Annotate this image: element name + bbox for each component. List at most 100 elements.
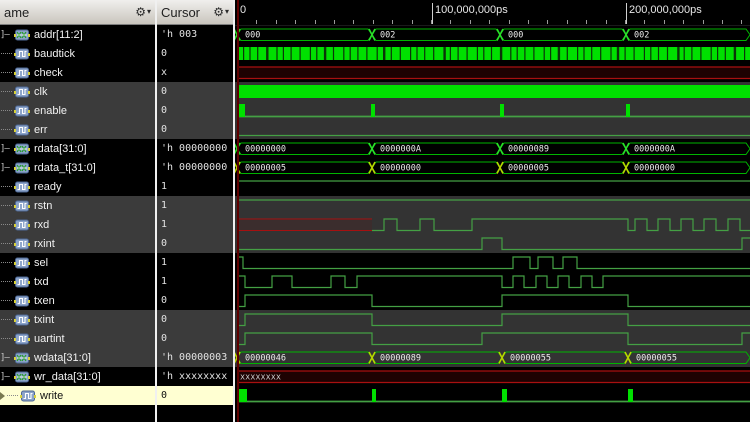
- waveform[interactable]: [235, 63, 750, 82]
- waveform-row[interactable]: [235, 272, 750, 291]
- cursor-column-header[interactable]: Cursor ⚙ ▾: [157, 0, 233, 25]
- waveform[interactable]: [235, 101, 750, 120]
- svg-text:000: 000: [508, 31, 523, 41]
- waveform-row[interactable]: [235, 310, 750, 329]
- bit-signal-icon: [20, 390, 36, 401]
- waveform[interactable]: [235, 272, 750, 291]
- name-panel-settings-button[interactable]: ⚙ ▾: [135, 6, 151, 18]
- waveform[interactable]: [235, 253, 750, 272]
- signal-row-uartint[interactable]: uartint: [0, 329, 155, 348]
- waveform[interactable]: [235, 310, 750, 329]
- waveform-row[interactable]: [235, 196, 750, 215]
- waveform[interactable]: 00000046 00000089 00000055 00000055: [235, 348, 750, 367]
- cursor-value-panel: Cursor ⚙ ▾ 'h 003 0 x 0 0 0'h 00000000'h 00000…: [157, 0, 235, 422]
- signal-row-clk[interactable]: clk: [0, 82, 155, 101]
- svg-text:0000000A: 0000000A: [634, 145, 675, 155]
- signal-row-addr112[interactable]: ]– addr[11:2]: [0, 25, 155, 44]
- tree-expander[interactable]: ]–: [0, 144, 13, 154]
- cursor-value: 0: [157, 234, 233, 253]
- waveform-row[interactable]: [235, 177, 750, 196]
- waveform[interactable]: [235, 291, 750, 310]
- tree-dotted-line: [1, 338, 12, 339]
- waveform-row[interactable]: [235, 329, 750, 348]
- timeline-minor-tick: [586, 20, 588, 24]
- cursor-value: 1: [161, 257, 168, 268]
- waveform-row[interactable]: [235, 63, 750, 82]
- signal-row-sel[interactable]: sel: [0, 253, 155, 272]
- waveform[interactable]: [235, 329, 750, 348]
- waveform[interactable]: [235, 234, 750, 253]
- waveform-row[interactable]: [235, 234, 750, 253]
- tree-branch-line: [0, 262, 13, 263]
- signal-name-label: txen: [34, 294, 55, 307]
- waveform[interactable]: 000 002 000 002: [235, 25, 750, 44]
- signal-row-ready[interactable]: ready: [0, 177, 155, 196]
- signal-name-label: txint: [34, 313, 55, 326]
- waveform-row[interactable]: [235, 44, 750, 63]
- cursor-value: 'h 00000000: [161, 143, 228, 154]
- cursor-panel-settings-button[interactable]: ⚙ ▾: [213, 6, 229, 18]
- cursor-value: 0: [161, 295, 168, 306]
- signal-row-baudtick[interactable]: baudtick: [0, 44, 155, 63]
- tree-dotted-line: [1, 91, 12, 92]
- waveform[interactable]: [235, 215, 750, 234]
- tree-expander[interactable]: ]–: [0, 30, 13, 40]
- tree-branch-line: [0, 319, 13, 320]
- waveform[interactable]: [235, 44, 750, 63]
- waveform[interactable]: [235, 177, 750, 196]
- svg-text:000: 000: [245, 31, 260, 41]
- signal-row-write[interactable]: write: [0, 386, 155, 405]
- waveform[interactable]: [235, 386, 750, 405]
- waveform-row[interactable]: [235, 82, 750, 101]
- signal-row-rdata310[interactable]: ]– rdata[31:0]: [0, 139, 155, 158]
- waveform-row[interactable]: [235, 253, 750, 272]
- signal-name-label: write: [40, 389, 64, 402]
- signal-row-rstn[interactable]: rstn: [0, 196, 155, 215]
- signal-row-txd[interactable]: txd: [0, 272, 155, 291]
- waveform[interactable]: 00000000 0000000A 00000089 0000000A: [235, 139, 750, 158]
- signal-row-rdata-t310[interactable]: ]– rdata_t[31:0]: [0, 158, 155, 177]
- tree-dotted-line: [7, 395, 18, 396]
- waveform[interactable]: 00000005 00000000 00000005 00000000: [235, 158, 750, 177]
- time-cursor-line[interactable]: [237, 0, 239, 422]
- tree-expander[interactable]: ]–: [0, 372, 13, 382]
- tree-dotted-line: [1, 110, 12, 111]
- waveform-row[interactable]: [235, 120, 750, 139]
- signal-row-check[interactable]: check: [0, 63, 155, 82]
- waveform[interactable]: [235, 120, 750, 139]
- selected-row-marker: [0, 391, 5, 400]
- signal-row-rxd[interactable]: rxd: [0, 215, 155, 234]
- svg-text:00000089: 00000089: [508, 145, 549, 155]
- svg-text:00000089: 00000089: [380, 354, 421, 364]
- waveform[interactable]: [235, 82, 750, 101]
- waveform-row[interactable]: [235, 215, 750, 234]
- tree-branch-line: [0, 243, 13, 244]
- timeline-minor-tick: [489, 20, 491, 24]
- signal-row-txint[interactable]: txint: [0, 310, 155, 329]
- waveform-row[interactable]: [235, 101, 750, 120]
- tree-expander[interactable]: ]–: [0, 163, 13, 173]
- tree-dotted-line: [1, 205, 12, 206]
- waveform-row[interactable]: [235, 386, 750, 405]
- signal-row-wr-data310[interactable]: ]– wr_data[31:0]: [0, 367, 155, 386]
- tree-dotted-line: [1, 72, 12, 73]
- signal-row-err[interactable]: err: [0, 120, 155, 139]
- signal-row-txen[interactable]: txen: [0, 291, 155, 310]
- timeline-ruler[interactable]: 0 100,000,000ps 200,000,000ps: [235, 0, 750, 26]
- waveform-row[interactable]: xxxxxxxx: [235, 367, 750, 386]
- waveform-row[interactable]: 000 002 000 002: [235, 25, 750, 44]
- waveform-row[interactable]: 00000005 00000000 00000005 00000000: [235, 158, 750, 177]
- waveform[interactable]: [235, 196, 750, 215]
- tree-expander[interactable]: ]–: [0, 353, 13, 363]
- bit-signal-icon: [14, 219, 30, 230]
- waveform-row[interactable]: 00000000 0000000A 00000089 0000000A: [235, 139, 750, 158]
- waveform-row[interactable]: 00000046 00000089 00000055 00000055: [235, 348, 750, 367]
- waveform-row[interactable]: [235, 291, 750, 310]
- signal-row-enable[interactable]: enable: [0, 101, 155, 120]
- signal-row-wdata310[interactable]: ]– wdata[31:0]: [0, 348, 155, 367]
- bit-signal-icon: [14, 333, 30, 344]
- waveform[interactable]: xxxxxxxx: [235, 367, 750, 386]
- signal-row-rxint[interactable]: rxint: [0, 234, 155, 253]
- name-column-header[interactable]: ame ⚙ ▾: [0, 0, 155, 25]
- bus-signal-icon: [14, 162, 30, 173]
